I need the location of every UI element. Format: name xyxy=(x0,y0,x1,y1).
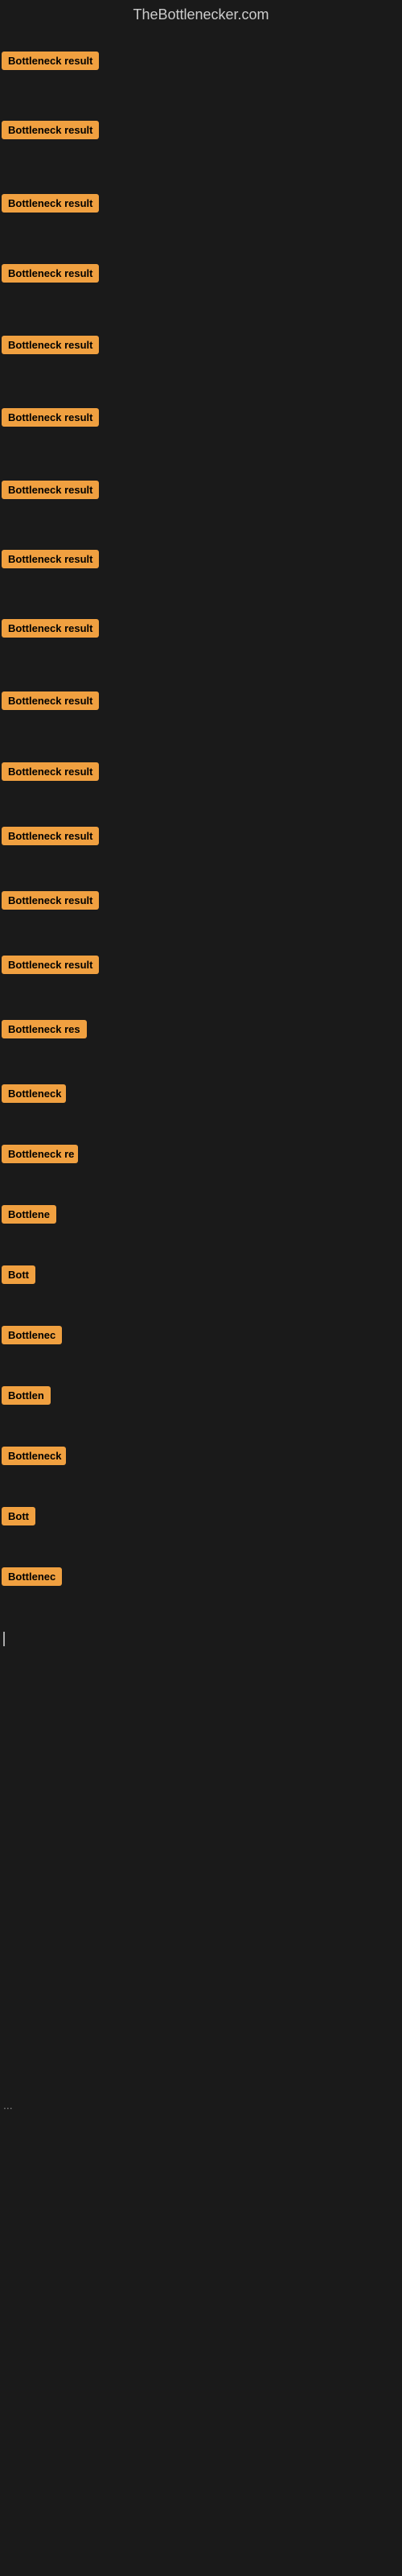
site-header: TheBottlenecker.com xyxy=(0,0,402,30)
bottleneck-badge[interactable]: Bottleneck result xyxy=(2,762,99,781)
bottleneck-item[interactable]: Bottleneck result xyxy=(2,264,99,287)
bottleneck-item[interactable]: Bottleneck xyxy=(2,1447,66,1469)
bottleneck-badge[interactable]: Bottleneck result xyxy=(2,408,99,427)
bottleneck-item[interactable]: Bottleneck result xyxy=(2,956,99,978)
bottleneck-item[interactable]: Bottlenec xyxy=(2,1326,62,1348)
bottleneck-badge[interactable]: Bottleneck result xyxy=(2,619,99,638)
bottleneck-badge[interactable]: Bottleneck result xyxy=(2,891,99,910)
text-cursor xyxy=(3,1632,5,1646)
bottleneck-item[interactable]: Bottleneck result xyxy=(2,827,99,849)
bottleneck-badge[interactable]: Bottleneck re xyxy=(2,1145,78,1163)
bottleneck-badge[interactable]: Bottleneck result xyxy=(2,52,99,70)
ellipsis-indicator: ... xyxy=(3,2099,13,2112)
bottleneck-item[interactable]: Bottleneck result xyxy=(2,121,99,143)
bottleneck-item[interactable]: Bottleneck result xyxy=(2,762,99,785)
bottleneck-item[interactable]: Bottleneck result xyxy=(2,891,99,914)
bottleneck-item[interactable]: Bottleneck result xyxy=(2,691,99,714)
bottleneck-badge[interactable]: Bottleneck result xyxy=(2,956,99,974)
bottleneck-item[interactable]: Bottleneck re xyxy=(2,1145,78,1167)
bottleneck-list: Bottleneck result Bottleneck result Bottle… xyxy=(0,30,402,2566)
bottleneck-item[interactable]: Bottlen xyxy=(2,1386,51,1409)
bottleneck-badge[interactable]: Bottleneck result xyxy=(2,336,99,354)
bottleneck-badge[interactable]: Bottleneck res xyxy=(2,1020,87,1038)
bottleneck-badge[interactable]: Bottleneck result xyxy=(2,264,99,283)
bottleneck-item[interactable]: Bottlenec xyxy=(2,1567,62,1590)
bottleneck-item[interactable]: Bottleneck result xyxy=(2,481,99,503)
bottleneck-item[interactable]: Bottleneck xyxy=(2,1084,66,1107)
bottleneck-item[interactable]: Bottleneck result xyxy=(2,550,99,572)
bottleneck-badge[interactable]: Bottleneck result xyxy=(2,827,99,845)
bottleneck-badge[interactable]: Bottleneck result xyxy=(2,121,99,139)
bottleneck-badge[interactable]: Bottleneck xyxy=(2,1447,66,1465)
bottleneck-item[interactable]: Bottleneck result xyxy=(2,52,99,74)
bottleneck-item[interactable]: Bott xyxy=(2,1265,35,1288)
bottleneck-badge[interactable]: Bottlene xyxy=(2,1205,56,1224)
bottleneck-badge[interactable]: Bottleneck result xyxy=(2,194,99,213)
bottleneck-badge[interactable]: Bottlenec xyxy=(2,1326,62,1344)
bottleneck-badge[interactable]: Bottleneck result xyxy=(2,481,99,499)
bottleneck-badge[interactable]: Bottlen xyxy=(2,1386,51,1405)
bottleneck-badge[interactable]: Bottleneck result xyxy=(2,550,99,568)
bottleneck-badge[interactable]: Bottlenec xyxy=(2,1567,62,1586)
bottleneck-item[interactable]: Bott xyxy=(2,1507,35,1530)
bottleneck-item[interactable]: Bottlene xyxy=(2,1205,56,1228)
bottleneck-item[interactable]: Bottleneck res xyxy=(2,1020,87,1042)
bottleneck-item[interactable]: Bottleneck result xyxy=(2,408,99,431)
bottleneck-badge[interactable]: Bottleneck xyxy=(2,1084,66,1103)
bottleneck-badge[interactable]: Bottleneck result xyxy=(2,691,99,710)
bottleneck-item[interactable]: Bottleneck result xyxy=(2,194,99,217)
bottleneck-badge[interactable]: Bott xyxy=(2,1265,35,1284)
bottleneck-badge[interactable]: Bott xyxy=(2,1507,35,1525)
bottleneck-item[interactable]: Bottleneck result xyxy=(2,336,99,358)
bottleneck-item[interactable]: Bottleneck result xyxy=(2,619,99,642)
